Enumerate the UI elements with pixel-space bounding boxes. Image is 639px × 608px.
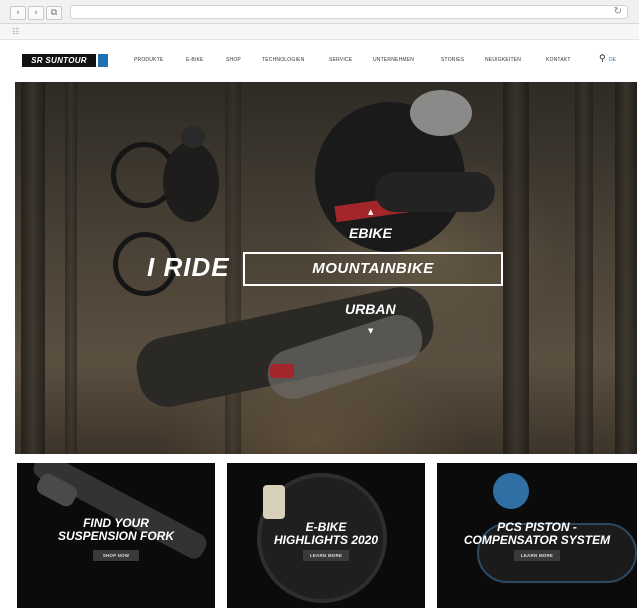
bookmarks-grid-icon[interactable]: ☷	[12, 28, 19, 36]
learn-more-button[interactable]: LEARN MORE	[514, 550, 560, 561]
arrow-down-icon[interactable]: ▼	[368, 327, 373, 335]
main-menu: PRODUKTE E-BIKE SHOP TECHNOLOGIEN SERVIC…	[134, 55, 586, 65]
hero-banner: I RIDE ▲ EBIKE MOUNTAINBIKE URBAN ▼	[15, 82, 637, 454]
menu-item-service[interactable]: SERVICE	[329, 55, 373, 65]
tree-trunk	[615, 82, 637, 454]
logo-accent-square	[98, 54, 108, 67]
shop-now-button[interactable]: SHOP NOW	[93, 550, 139, 561]
rider-shoe	[270, 364, 294, 378]
background-rider	[163, 142, 219, 222]
teaser-title-line2: SUSPENSION FORK	[57, 529, 174, 543]
tree-trunk	[21, 82, 45, 454]
site-header: SR SUNTOUR PRODUKTE E-BIKE SHOP TECHNOLO…	[0, 40, 639, 82]
ride-option-selected[interactable]: MOUNTAINBIKE	[243, 252, 503, 286]
rider-arm	[375, 172, 495, 212]
tree-trunk	[575, 82, 593, 454]
teaser-title-line2: HIGHLIGHTS 2020	[273, 533, 379, 547]
browser-nav-buttons: ‹ › ⧉	[10, 6, 62, 20]
teaser-card[interactable]: FIND YOUR SUSPENSION FORK SHOP NOW	[17, 463, 215, 608]
menu-item-produkte[interactable]: PRODUKTE	[134, 55, 186, 65]
teaser-card[interactable]: E-BIKE HIGHLIGHTS 2020 LEARN MORE	[227, 463, 425, 608]
search-icon[interactable]: ⚲	[599, 54, 606, 64]
back-icon[interactable]: ‹	[10, 6, 26, 20]
forward-icon[interactable]: ›	[28, 6, 44, 20]
menu-item-stories[interactable]: STORIES	[441, 55, 485, 65]
menu-item-unternehmen[interactable]: UNTERNEHMEN	[373, 55, 441, 65]
piston-blue-cap	[493, 473, 529, 509]
reload-icon[interactable]: ↻	[614, 6, 622, 18]
ride-option-ebike[interactable]: EBIKE	[349, 224, 392, 242]
teaser-title-line1: FIND YOUR	[83, 516, 149, 530]
hero-prefix: I RIDE	[147, 252, 230, 282]
language-switch[interactable]: DE	[609, 56, 616, 64]
menu-item-kontakt[interactable]: KONTAKT	[546, 55, 586, 65]
rider-helmet	[181, 126, 205, 148]
ride-option-urban[interactable]: URBAN	[345, 300, 396, 318]
menu-item-neuigkeiten[interactable]: NEUIGKEITEN	[485, 55, 546, 65]
hub-shaft	[263, 485, 285, 519]
menu-item-technologien[interactable]: TECHNOLOGIEN	[262, 55, 329, 65]
teaser-title-line1: PCS PISTON -	[497, 520, 577, 534]
arrow-up-icon[interactable]: ▲	[368, 208, 373, 216]
tabs-icon[interactable]: ⧉	[46, 6, 62, 20]
rider-helmet	[410, 90, 472, 136]
tree-trunk	[503, 82, 529, 454]
menu-item-e-bike[interactable]: E-BIKE	[186, 55, 226, 65]
teaser-card[interactable]: PCS PISTON - COMPENSATOR SYSTEM LEARN MO…	[437, 463, 637, 608]
site-logo[interactable]: SR SUNTOUR	[22, 54, 96, 67]
teaser-title-line2: COMPENSATOR SYSTEM	[463, 533, 611, 547]
learn-more-button[interactable]: LEARN MORE	[303, 550, 349, 561]
bookmarks-bar: ☷	[0, 24, 639, 40]
browser-toolbar: ‹ › ⧉ ↻	[0, 0, 639, 24]
address-bar[interactable]: ↻	[70, 5, 628, 19]
menu-item-shop[interactable]: SHOP	[226, 55, 262, 65]
tree-trunk	[65, 82, 77, 454]
teaser-title-line1: E-BIKE	[305, 520, 347, 534]
